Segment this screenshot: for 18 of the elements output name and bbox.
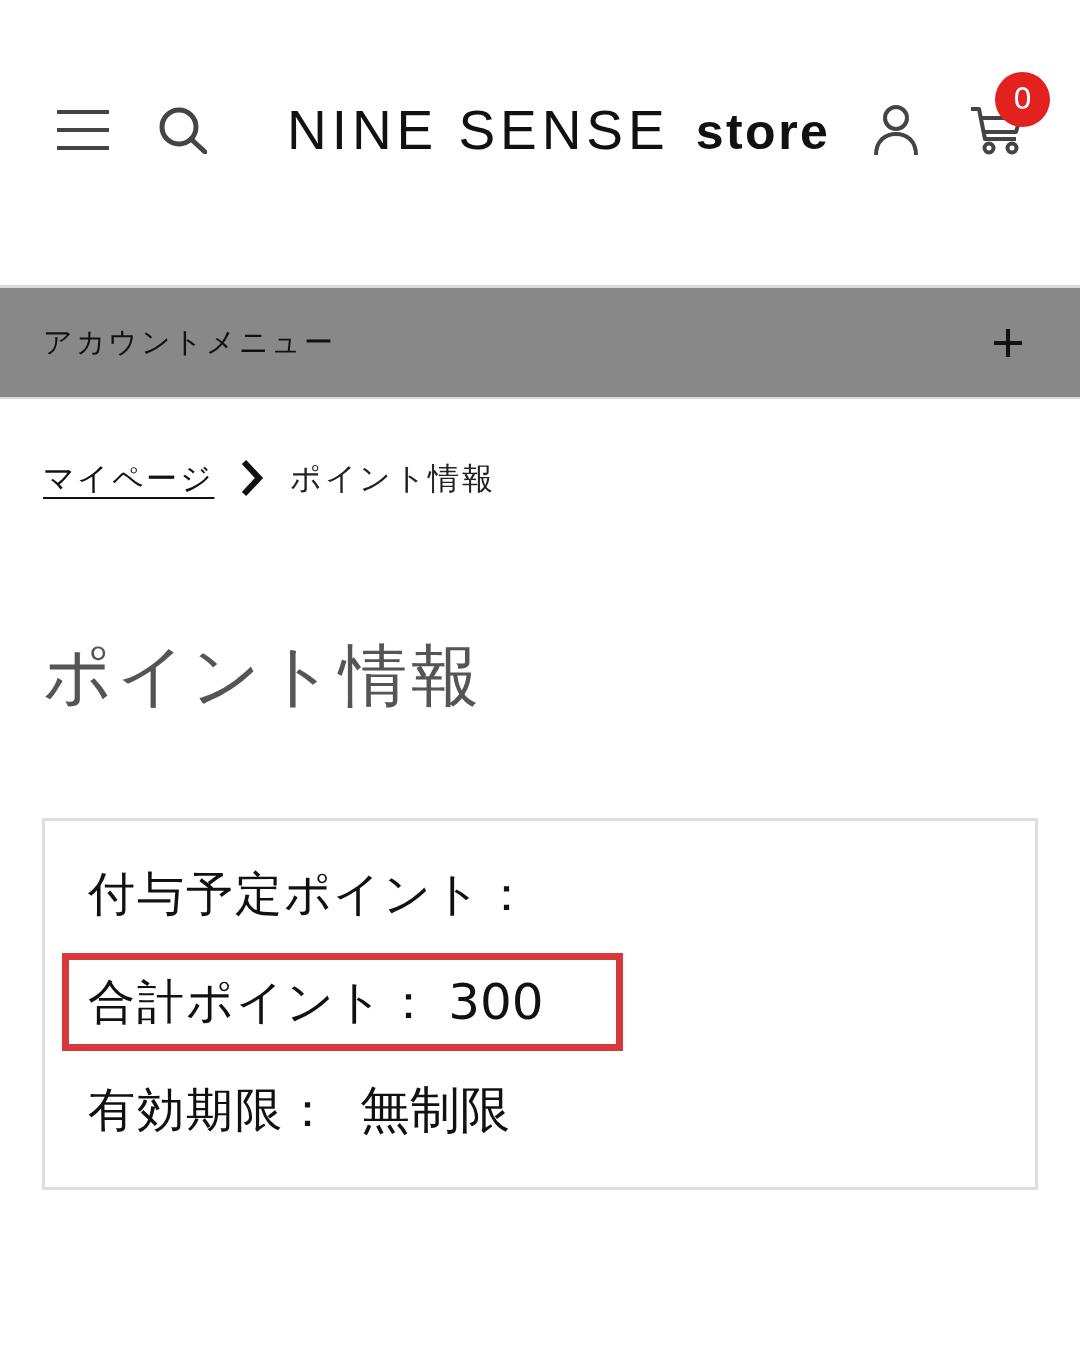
points-value: 無制限 [360,1079,511,1141]
logo-store-text[interactable]: store [695,106,831,157]
points-value: 300 [448,971,544,1033]
page-title: ポイント情報 [43,635,484,717]
chevron-right-icon [240,459,265,497]
search-icon[interactable] [159,106,207,154]
logo-wordmark[interactable]: NINE SENSE [287,102,670,158]
breadcrumb-link[interactable]: マイページ [43,454,215,502]
points-label: 付与予定ポイント： [88,864,532,923]
account-menu-label: アカウントメニュー [43,323,336,361]
user-icon[interactable] [874,104,918,156]
breadcrumb-current: ポイント情報 [290,458,496,498]
points-label: 合計ポイント： [88,972,435,1031]
plus-icon[interactable] [994,328,1022,357]
account-menu-bar[interactable]: アカウントメニュー [0,285,1080,399]
points-label: 有効期限： [88,1080,333,1139]
menu-icon[interactable] [57,109,109,151]
cart-count-badge: 0 [995,71,1050,127]
